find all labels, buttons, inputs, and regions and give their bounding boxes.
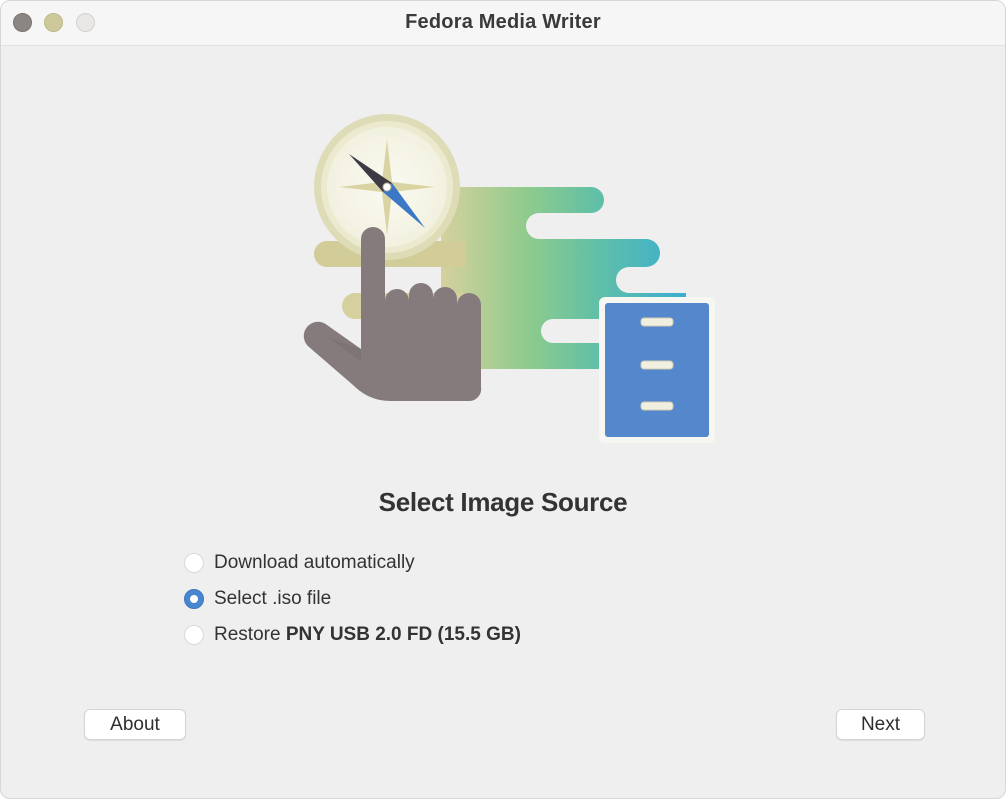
app-window: Fedora Media Writer Select Image Source …: [0, 0, 1006, 799]
drive-name: PNY USB 2.0 FD (15.5 GB): [285, 624, 521, 645]
radio-button-checked[interactable]: [184, 589, 204, 609]
image-source-options: Download automatically Select .iso file …: [184, 545, 521, 653]
radio-button-unchecked[interactable]: [184, 625, 204, 645]
hero-illustration: [291, 111, 721, 451]
usb-drive-icon: [599, 297, 715, 443]
radio-button-unchecked[interactable]: [184, 553, 204, 573]
option-restore-drive[interactable]: Restore PNY USB 2.0 FD (15.5 GB): [184, 617, 521, 653]
window-title: Fedora Media Writer: [405, 11, 601, 33]
about-button[interactable]: About: [84, 709, 186, 740]
option-label-prefix: Restore: [214, 624, 286, 645]
option-label: Download automatically: [214, 552, 415, 573]
next-button[interactable]: Next: [836, 709, 925, 740]
option-select-iso-file[interactable]: Select .iso file: [184, 581, 521, 617]
option-download-automatically[interactable]: Download automatically: [184, 545, 521, 581]
page-heading: Select Image Source: [378, 487, 628, 517]
title-bar: Fedora Media Writer: [1, 1, 1005, 46]
option-label: Select .iso file: [214, 588, 332, 609]
option-label: Restore PNY USB 2.0 FD (15.5 GB): [214, 624, 521, 646]
compass-icon: [314, 114, 460, 260]
